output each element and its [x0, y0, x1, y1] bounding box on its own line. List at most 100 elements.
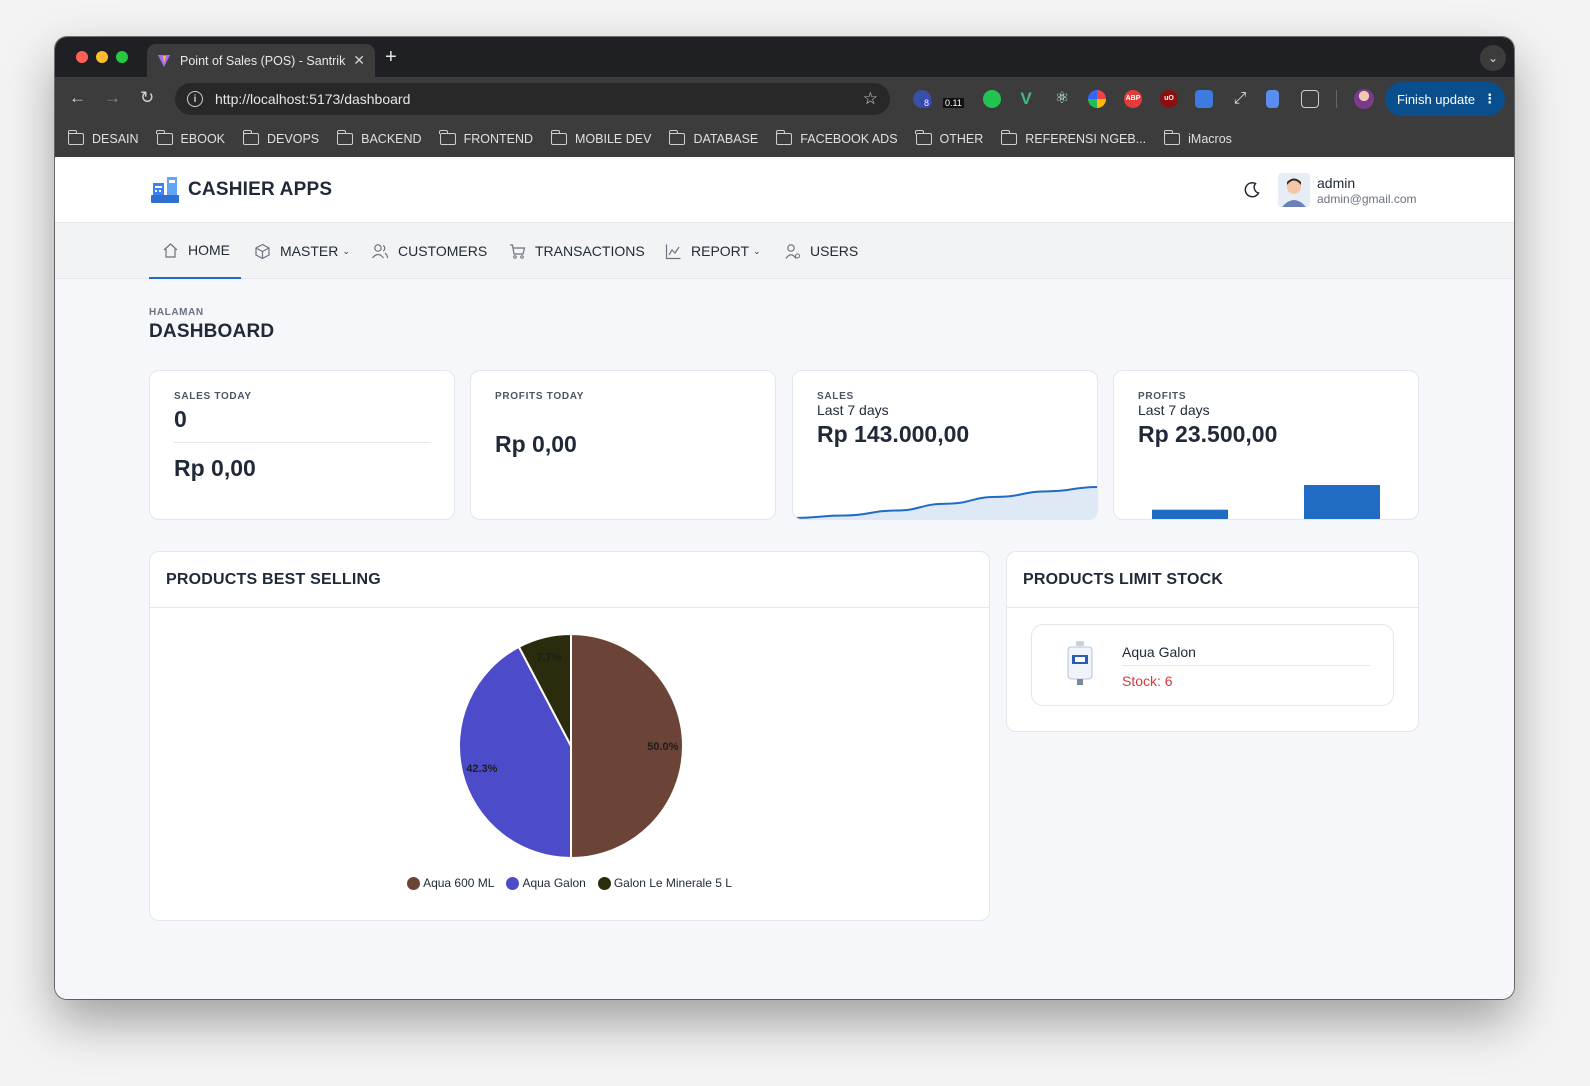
user-icon — [785, 243, 800, 259]
reload-icon[interactable]: ↻ — [140, 88, 154, 108]
sales-week-card: SALES Last 7 days Rp 143.000,00 — [792, 370, 1098, 520]
folder-icon — [156, 130, 173, 145]
finish-update-label: Finish update — [1397, 91, 1476, 107]
nav-master-label: MASTER — [280, 243, 339, 259]
bookmark-folder[interactable]: OTHER — [915, 130, 983, 146]
sales-week-period: Last 7 days — [817, 402, 889, 418]
legend-item[interactable]: Galon Le Minerale 5 L — [597, 876, 732, 890]
address-bar[interactable]: i http://localhost:5173/dashboard ☆ — [175, 83, 890, 115]
extensions-puzzle-icon[interactable] — [1301, 90, 1319, 108]
chart-icon — [665, 244, 681, 259]
docs-icon[interactable] — [1266, 90, 1279, 108]
profits-week-period: Last 7 days — [1138, 402, 1210, 418]
browser-tab[interactable]: Point of Sales (POS) - Santrik ✕ — [147, 44, 375, 77]
bookmark-label: iMacros — [1188, 132, 1232, 146]
site-info-icon[interactable]: i — [187, 91, 203, 107]
folder-icon — [668, 130, 686, 145]
new-tab-button[interactable]: + — [385, 46, 397, 69]
legend-item[interactable]: Aqua 600 ML — [407, 876, 494, 890]
tab-title: Point of Sales (POS) - Santrik — [180, 53, 346, 68]
bookmark-folder[interactable]: DEVOPS — [242, 130, 320, 146]
legend-item[interactable]: Aqua Galon — [506, 876, 586, 890]
best-selling-card: PRODUCTS BEST SELLING 50.0% 42.3% 7.7% Aqu… — [149, 551, 990, 921]
bookmark-label: DEVOPS — [267, 132, 320, 146]
divider — [174, 442, 431, 443]
page-pretitle: HALAMAN — [149, 307, 204, 318]
nav-report-label: REPORT — [691, 243, 750, 259]
profits-bar-chart — [1152, 485, 1380, 520]
react-devtools-icon[interactable]: ⚛ — [1053, 90, 1071, 108]
folder-icon — [242, 130, 260, 145]
profits-week-amount: Rp 23.500,00 — [1138, 421, 1278, 447]
bookmark-label: EBOOK — [180, 132, 226, 146]
cart-icon — [510, 243, 526, 259]
app-title[interactable]: CASHIER APPS — [188, 179, 332, 201]
more-menu-icon: ⋮ — [1483, 91, 1497, 106]
extension-green-icon[interactable] — [983, 90, 1001, 108]
color-picker-icon[interactable] — [1088, 90, 1106, 108]
nav-customers[interactable]: CUSTOMERS — [371, 223, 487, 279]
sales-today-label: SALES TODAY — [174, 391, 252, 402]
bookmark-folder[interactable]: FACEBOOK ADS — [775, 130, 898, 146]
legend-marker — [597, 876, 611, 890]
resize-icon[interactable]: ⤢ — [1231, 90, 1249, 108]
tab-close-icon[interactable]: ✕ — [353, 52, 365, 69]
pie-data-label: 42.3% — [466, 763, 497, 775]
package-icon — [255, 243, 270, 259]
nav-master[interactable]: MASTER ⌄ — [254, 223, 350, 279]
maximize-window-button[interactable] — [116, 51, 128, 63]
legend-label: Aqua 600 ML — [423, 876, 495, 890]
forward-icon[interactable]: → — [104, 88, 121, 108]
browser-toolbar: ← → ↻ i http://localhost:5173/dashboard … — [55, 77, 1514, 121]
profits-week-label: PROFITS — [1138, 391, 1187, 402]
bookmark-folder[interactable]: FRONTEND — [439, 130, 533, 146]
dark-mode-moon-icon[interactable] — [1243, 181, 1261, 199]
nav-report[interactable]: REPORT ⌄ — [665, 223, 761, 279]
bookmark-folder[interactable]: BACKEND — [336, 130, 422, 146]
profits-today-card: PROFITS TODAY Rp 0,00 — [470, 370, 776, 520]
folder-icon — [336, 130, 354, 145]
back-icon[interactable]: ← — [69, 88, 86, 108]
sales-week-label: SALES — [817, 391, 854, 402]
legend-marker — [407, 876, 421, 890]
bookmark-folder[interactable]: iMacros — [1163, 130, 1232, 146]
list-item[interactable]: Aqua Galon Stock: 6 — [1031, 624, 1394, 706]
bookmark-label: DESAIN — [92, 132, 139, 146]
profits-today-amount: Rp 0,00 — [495, 431, 577, 457]
bookmark-folder[interactable]: DESAIN — [67, 130, 139, 146]
user-name[interactable]: admin — [1317, 175, 1355, 191]
profit-bar[interactable] — [1152, 509, 1228, 520]
close-window-button[interactable] — [76, 51, 88, 63]
app-header: CASHIER APPS admin admin@gmail.com — [55, 157, 1514, 223]
nav-users[interactable]: USERS — [784, 223, 858, 279]
ublock-icon[interactable]: uO — [1160, 90, 1178, 108]
adblock-icon[interactable]: ABP — [1124, 90, 1142, 108]
finish-update-button[interactable]: Finish update ⋮ — [1385, 82, 1505, 116]
vue-devtools-icon[interactable]: V — [1017, 90, 1035, 108]
profits-today-label: PROFITS TODAY — [495, 391, 585, 402]
chevron-down-icon: ⌄ — [753, 245, 761, 256]
bookmark-label: REFERENSI NGEB... — [1025, 132, 1147, 146]
legend-label: Aqua Galon — [522, 876, 586, 890]
nav-transactions[interactable]: TRANSACTIONS — [509, 223, 645, 279]
folder-icon — [915, 130, 932, 145]
nav-home[interactable]: HOME — [149, 223, 241, 279]
profit-bar[interactable] — [1304, 485, 1380, 520]
bookmark-folder[interactable]: DATABASE — [668, 130, 758, 146]
bookmark-folder[interactable]: REFERENSI NGEB... — [1000, 130, 1147, 146]
legend-label: Galon Le Minerale 5 L — [613, 876, 732, 890]
page-title: DASHBOARD — [149, 321, 275, 342]
avatar[interactable] — [1278, 173, 1310, 207]
minimize-window-button[interactable] — [96, 51, 108, 63]
translate-icon[interactable] — [1195, 90, 1213, 108]
toolbar-separator — [1336, 90, 1337, 108]
user-avatar-icon — [1278, 173, 1310, 207]
bookmark-star-icon[interactable]: ☆ — [863, 89, 878, 109]
profile-avatar-icon[interactable] — [1354, 89, 1374, 109]
tab-search-button[interactable]: ⌄ — [1480, 45, 1506, 71]
nav-users-label: USERS — [810, 243, 859, 259]
bookmark-folder[interactable]: MOBILE DEV — [550, 130, 651, 146]
bookmark-folder[interactable]: EBOOK — [156, 130, 226, 146]
bookmark-label: FACEBOOK ADS — [800, 132, 898, 146]
url-text[interactable]: http://localhost:5173/dashboard — [215, 91, 863, 107]
